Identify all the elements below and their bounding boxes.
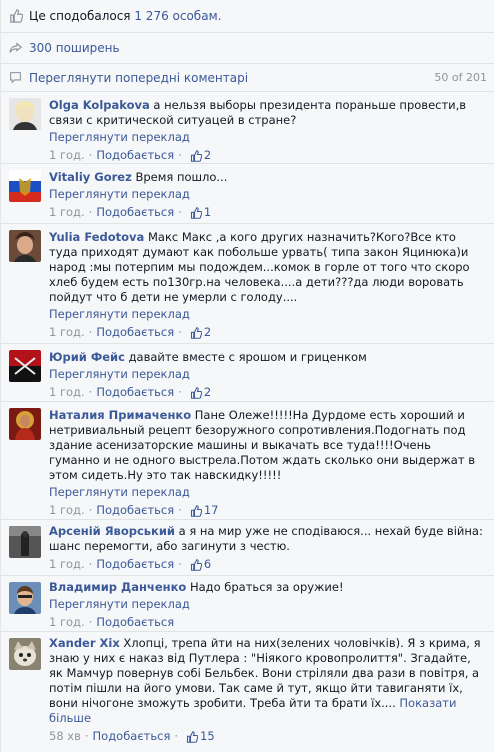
comments-panel: Це сподобалося 1 276 особам. 300 поширен… <box>0 0 494 752</box>
comment-author[interactable]: Наталия Примаченко <box>49 408 191 422</box>
comment-like-count[interactable]: 2 <box>204 325 211 340</box>
shares-summary[interactable]: 300 поширень <box>1 33 494 64</box>
previous-comments-row: Переглянути попередні коментарі 50 of 20… <box>1 64 494 92</box>
avatar[interactable] <box>9 230 41 262</box>
share-arrow-icon <box>9 41 23 55</box>
like-comment-link[interactable]: Подобається <box>96 503 174 518</box>
avatar[interactable] <box>9 638 41 670</box>
comment-author[interactable]: Vitaliy Gorez <box>49 170 132 184</box>
like-comment-link[interactable]: Подобається <box>96 205 174 220</box>
comment-item: Юрий Фейс давайте вместе с ярошом и гриц… <box>1 344 494 402</box>
thumbs-up-icon <box>190 149 203 162</box>
comment-text: Время пошло... <box>135 170 228 184</box>
comment-time[interactable]: 1 год. <box>49 503 85 518</box>
comment-time[interactable]: 1 год. <box>49 205 85 220</box>
comment-author[interactable]: Olga Kolpakova <box>49 98 150 112</box>
comment-item: Olga Kolpakova а нельзя выборы президент… <box>1 92 494 164</box>
avatar[interactable] <box>9 582 41 614</box>
comment-time[interactable]: 1 год. <box>49 557 85 572</box>
like-comment-link[interactable]: Подобається <box>96 557 174 572</box>
comment-like-count[interactable]: 15 <box>200 729 215 744</box>
shares-link[interactable]: 300 поширень <box>29 41 120 55</box>
comment-author[interactable]: Арсеній Яворський <box>49 524 175 538</box>
comment-like-count[interactable]: 17 <box>204 503 219 518</box>
comments-counter: 50 of 201 <box>434 71 487 84</box>
comment-item: Наталия Примаченко Пане Олеже!!!!!На Дур… <box>1 402 494 520</box>
see-translation-link[interactable]: Переглянути переклад <box>49 367 485 382</box>
thumbs-up-icon <box>190 386 203 399</box>
comment-time[interactable]: 1 год. <box>49 148 85 163</box>
comment-item: Xander Xix Хлопці, трепа йти на них(зеле… <box>1 632 494 752</box>
avatar[interactable] <box>9 350 41 382</box>
like-comment-link[interactable]: Подобається <box>96 385 174 400</box>
comment-item: Vitaliy Gorez Время пошло... Переглянути… <box>1 164 494 224</box>
like-comment-link[interactable]: Подобається <box>96 615 174 630</box>
see-translation-link[interactable]: Переглянути переклад <box>49 307 485 322</box>
comment-text: давайте вместе с ярошом и гриценком <box>128 350 367 364</box>
view-previous-comments-link[interactable]: Переглянути попередні коментарі <box>29 71 248 85</box>
likes-summary: Це сподобалося 1 276 особам. <box>1 0 494 33</box>
thumbs-up-icon <box>190 558 203 571</box>
comment-author[interactable]: Xander Xix <box>49 636 120 650</box>
like-comment-link[interactable]: Подобається <box>96 325 174 340</box>
likes-prefix: Це сподобалося <box>29 9 131 23</box>
see-translation-link[interactable]: Переглянути переклад <box>49 485 485 500</box>
see-translation-link[interactable]: Переглянути переклад <box>49 130 485 145</box>
comment-item: Арсеній Яворський а я на мир уже не спод… <box>1 520 494 576</box>
comment-time[interactable]: 1 год. <box>49 325 85 340</box>
thumbs-up-icon <box>186 730 199 743</box>
avatar[interactable] <box>9 98 41 130</box>
like-comment-link[interactable]: Подобається <box>96 148 174 163</box>
comment-item: Владимир Данченко Надо браться за оружие… <box>1 576 494 632</box>
thumbs-up-icon <box>9 9 24 23</box>
avatar[interactable] <box>9 526 41 558</box>
comment-like-count[interactable]: 1 <box>204 205 211 220</box>
comment-like-count[interactable]: 2 <box>204 148 211 163</box>
comment-bubble-icon <box>9 71 23 85</box>
avatar[interactable] <box>9 170 41 202</box>
comment-like-count[interactable]: 2 <box>204 385 211 400</box>
comment-time[interactable]: 1 год. <box>49 615 85 630</box>
see-translation-link[interactable]: Переглянути переклад <box>49 187 485 202</box>
comment-author[interactable]: Юрий Фейс <box>49 350 125 364</box>
likes-count-link[interactable]: 1 276 особам. <box>134 9 221 23</box>
thumbs-up-icon <box>190 206 203 219</box>
like-comment-link[interactable]: Подобається <box>93 729 171 744</box>
comment-author[interactable]: Владимир Данченко <box>49 580 186 594</box>
thumbs-up-icon <box>190 326 203 339</box>
comment-like-count[interactable]: 6 <box>204 557 211 572</box>
see-translation-link[interactable]: Переглянути переклад <box>49 597 485 612</box>
comment-item: Yulia Fedotova Макс Макс ,а кого других … <box>1 224 494 344</box>
comment-time[interactable]: 58 хв <box>49 729 81 744</box>
avatar[interactable] <box>9 408 41 440</box>
thumbs-up-icon <box>190 504 203 517</box>
comment-author[interactable]: Yulia Fedotova <box>49 230 144 244</box>
comment-time[interactable]: 1 год. <box>49 385 85 400</box>
comment-text: Надо браться за оружие! <box>189 580 344 594</box>
